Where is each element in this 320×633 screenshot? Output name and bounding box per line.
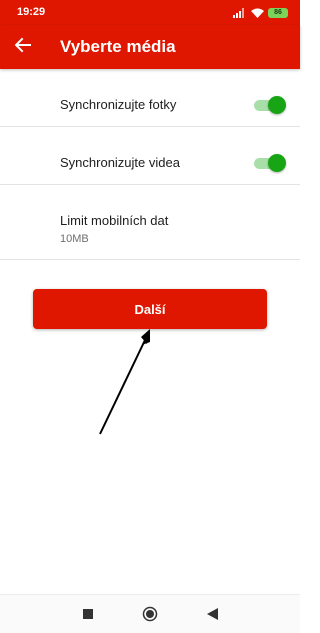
back-button[interactable] xyxy=(8,32,38,62)
mobile-data-limit-row[interactable]: Limit mobilních dat 10MB xyxy=(0,185,300,260)
wifi-icon xyxy=(251,8,264,18)
page-title: Vyberte média xyxy=(60,37,176,56)
status-icons: 86 xyxy=(233,6,288,19)
settings-list: Synchronizujte fotky Synchronizujte vide… xyxy=(0,69,300,260)
sync-photos-toggle[interactable] xyxy=(254,96,286,114)
screen: 19:29 86 Vyberte média Synchronizujte fo… xyxy=(0,0,300,633)
sync-photos-label: Synchronizujte fotky xyxy=(60,97,177,112)
next-button[interactable]: Další xyxy=(33,289,267,329)
battery-icon: 86 xyxy=(268,7,288,18)
mobile-data-limit-label: Limit mobilních dat xyxy=(60,213,169,228)
switch-thumb xyxy=(268,96,286,114)
signal-icon xyxy=(233,7,247,18)
battery-level: 86 xyxy=(274,9,282,16)
mobile-data-limit-value: 10MB xyxy=(60,233,89,245)
triangle-back-icon[interactable] xyxy=(203,605,221,623)
status-bar: 19:29 86 xyxy=(0,0,300,25)
circle-home-icon[interactable] xyxy=(141,605,159,623)
status-time: 19:29 xyxy=(17,6,46,18)
app-bar: Vyberte média xyxy=(0,25,300,69)
system-nav-bar xyxy=(0,594,300,633)
sync-videos-label: Synchronizujte videa xyxy=(60,155,180,170)
sync-videos-toggle[interactable] xyxy=(254,154,286,172)
square-recents-icon[interactable] xyxy=(79,605,97,623)
arrow-back-icon xyxy=(14,37,31,58)
sync-videos-row[interactable]: Synchronizujte videa xyxy=(0,127,300,185)
sync-photos-row[interactable]: Synchronizujte fotky xyxy=(0,69,300,127)
switch-thumb xyxy=(268,154,286,172)
